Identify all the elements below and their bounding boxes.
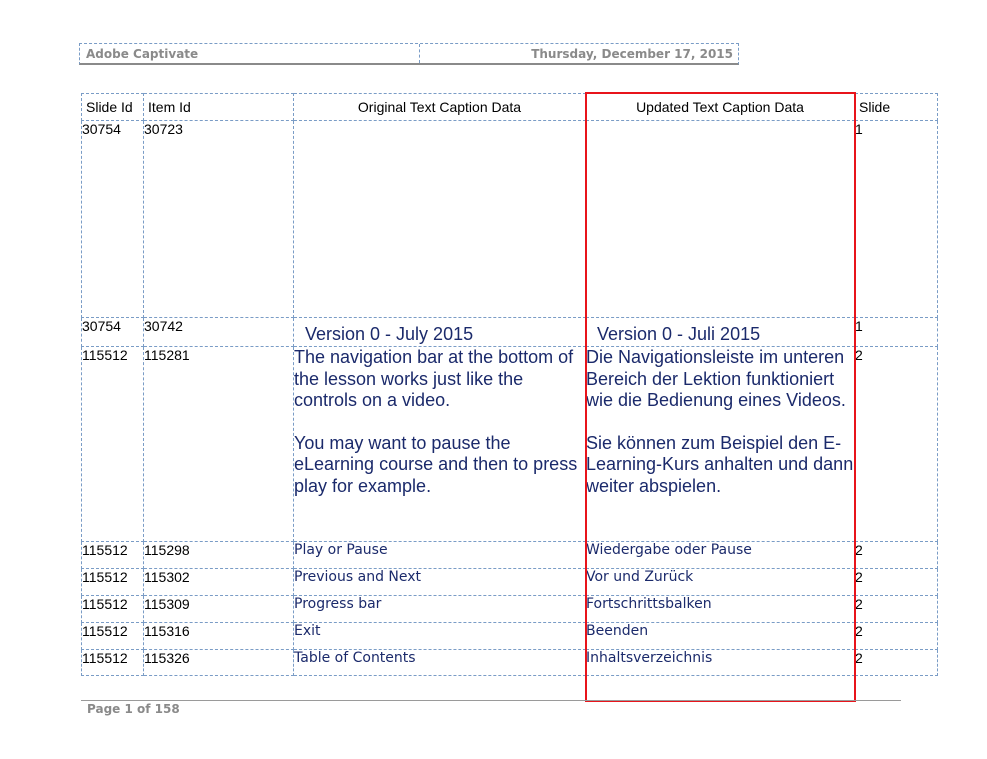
cell-updated-text (585, 120, 855, 318)
column-header-slide-id: Slide Id (81, 93, 144, 121)
cell-original-text: Previous and Next (293, 568, 586, 596)
table-row: 115512 115302 Previous and Next Vor und … (81, 568, 938, 596)
cell-original-text: Exit (293, 622, 586, 650)
cell-slide-id: 30754 (81, 317, 144, 347)
cell-item-id: 115281 (143, 346, 294, 542)
cell-slide-id: 115512 (81, 346, 144, 542)
table-row: 115512 115281 The navigation bar at the … (81, 346, 938, 542)
cell-updated-text: Fortschrittsbalken (585, 595, 855, 623)
table-row: 115512 115309 Progress bar Fortschrittsb… (81, 595, 938, 623)
cell-updated-text: Inhaltsverzeichnis (585, 649, 855, 676)
cell-slide: 2 (854, 346, 938, 542)
cell-original-text: Progress bar (293, 595, 586, 623)
cell-updated-text: Vor und Zurück (585, 568, 855, 596)
caption-paragraph: Version 0 - Juli 2015 (597, 324, 761, 344)
header-date: Thursday, December 17, 2015 (531, 47, 733, 61)
cell-original-text: Play or Pause (293, 541, 586, 569)
table-row: 30754 30723 1 (81, 120, 938, 318)
cell-original-text (293, 120, 586, 318)
caption-paragraph: Die Navigationsleiste im unteren Bereich… (586, 347, 846, 411)
cell-slide-id: 30754 (81, 120, 144, 318)
table-row: 30754 30742 Version 0 - July 2015 Versio… (81, 317, 938, 347)
cell-item-id: 30742 (143, 317, 294, 347)
cell-slide-id: 115512 (81, 541, 144, 569)
cell-slide: 2 (854, 622, 938, 650)
footer-divider (81, 700, 901, 701)
caption-paragraph: Version 0 - July 2015 (305, 324, 474, 344)
cell-slide: 2 (854, 568, 938, 596)
cell-updated-text: Wiedergabe oder Pause (585, 541, 855, 569)
caption-table: Slide Id Item Id Original Text Caption D… (81, 93, 938, 676)
cell-slide: 2 (854, 595, 938, 623)
table-row: 115512 115326 Table of Contents Inhaltsv… (81, 649, 938, 676)
cell-item-id: 115309 (143, 595, 294, 623)
cell-updated-text: Die Navigationsleiste im unteren Bereich… (585, 346, 855, 542)
cell-item-id: 115298 (143, 541, 294, 569)
table-header-row: Slide Id Item Id Original Text Caption D… (81, 93, 938, 121)
cell-slide: 2 (854, 649, 938, 676)
cell-original-text: The navigation bar at the bottom of the … (293, 346, 586, 542)
cell-original-text: Table of Contents (293, 649, 586, 676)
page-header: Adobe Captivate Thursday, December 17, 2… (79, 43, 739, 65)
column-header-item-id: Item Id (143, 93, 294, 121)
table-row: 115512 115298 Play or Pause Wiedergabe o… (81, 541, 938, 569)
cell-slide-id: 115512 (81, 649, 144, 676)
page-number: Page 1 of 158 (87, 702, 180, 716)
caption-paragraph: The navigation bar at the bottom of the … (294, 347, 574, 411)
header-app-name: Adobe Captivate (80, 44, 420, 63)
cell-slide-id: 115512 (81, 568, 144, 596)
table-row: 115512 115316 Exit Beenden 2 (81, 622, 938, 650)
cell-slide: 1 (854, 120, 938, 318)
cell-updated-text: Version 0 - Juli 2015 (585, 317, 855, 347)
cell-slide-id: 115512 (81, 622, 144, 650)
cell-slide: 2 (854, 541, 938, 569)
cell-slide: 1 (854, 317, 938, 347)
cell-item-id: 115326 (143, 649, 294, 676)
column-header-slide: Slide (854, 93, 938, 121)
cell-original-text: Version 0 - July 2015 (293, 317, 586, 347)
caption-paragraph: You may want to pause the eLearning cour… (294, 432, 578, 496)
caption-paragraph: Sie können zum Beispiel den E-Learning-K… (586, 432, 854, 496)
column-header-original: Original Text Caption Data (293, 93, 586, 121)
column-header-updated: Updated Text Caption Data (585, 93, 855, 121)
cell-item-id: 30723 (143, 120, 294, 318)
cell-item-id: 115302 (143, 568, 294, 596)
cell-updated-text: Beenden (585, 622, 855, 650)
cell-item-id: 115316 (143, 622, 294, 650)
cell-slide-id: 115512 (81, 595, 144, 623)
